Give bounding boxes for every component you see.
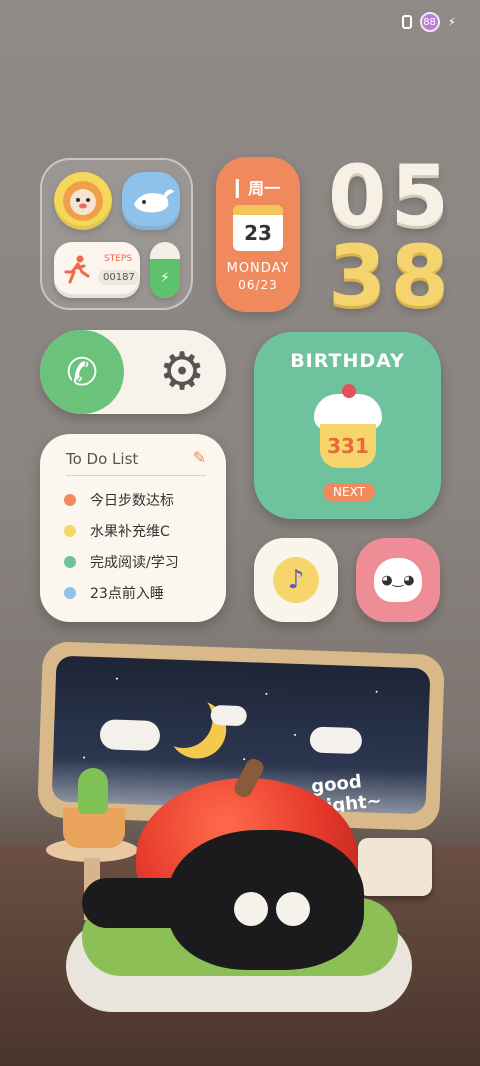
charging-bolt-icon: ⚡: [447, 15, 456, 29]
pencil-icon[interactable]: ✎: [193, 448, 206, 467]
gear-icon[interactable]: ⚙: [154, 342, 210, 402]
bullet-dot: [64, 586, 76, 599]
sticker-app-icon[interactable]: ◕‿◕: [356, 538, 440, 622]
todo-widget[interactable]: To Do List ✎ 今日步数达标 水果补充维C 完成阅读/学习 23点前入…: [40, 434, 226, 622]
battery-indicator: 88: [419, 12, 440, 32]
birthday-days-count: 331: [320, 424, 376, 468]
weekday-cn: ▎周一: [235, 179, 281, 198]
steps-widget[interactable]: STEPS 00187: [54, 242, 140, 298]
charging-icon: ⚡: [150, 258, 180, 298]
calendar-day: 23: [233, 205, 283, 251]
todo-item-text: 完成阅读/学习: [90, 554, 179, 571]
moon-icon: [154, 689, 214, 749]
divider: [66, 475, 206, 476]
list-item[interactable]: 水果补充维C: [64, 515, 179, 546]
steps-label: STEPS: [104, 254, 133, 264]
whale-app-icon[interactable]: [122, 172, 180, 230]
sim-card-icon: [401, 15, 412, 29]
todo-item-text: 今日步数达标: [90, 492, 174, 509]
bullet-dot: [64, 524, 76, 537]
todo-item-text: 水果补充维C: [90, 523, 170, 540]
plant-pot: [63, 808, 125, 848]
bullet-dot: [64, 555, 76, 568]
cat-eye-icon: [276, 892, 310, 926]
cactus-icon: [78, 768, 108, 814]
weekday-en: MONDAY: [226, 261, 290, 276]
app-group-widget: STEPS 00187 ⚡: [40, 158, 193, 310]
calendar-widget[interactable]: ▎周一 23 MONDAY 06/23: [216, 157, 300, 312]
sticker-face-icon: ◕‿◕: [374, 558, 422, 602]
phone-icon[interactable]: ✆: [40, 330, 124, 414]
clock-minute[interactable]: 38: [328, 234, 453, 318]
steps-count: 00187: [98, 270, 140, 285]
clock-hour[interactable]: 05: [328, 154, 453, 238]
cupcake-icon: 331: [314, 384, 382, 468]
birthday-title: BIRTHDAY: [290, 350, 405, 372]
whale-icon: [134, 189, 174, 213]
list-item[interactable]: 完成阅读/学习: [64, 546, 179, 577]
lion-app-icon[interactable]: [54, 172, 112, 230]
tiktok-app-icon[interactable]: ♪: [254, 538, 338, 622]
charging-widget[interactable]: ⚡: [150, 242, 180, 298]
list-item[interactable]: 今日步数达标: [64, 484, 179, 515]
status-bar: 88 ⚡: [401, 12, 456, 32]
phone-settings-widget: ✆ ⚙: [40, 330, 226, 414]
todo-title: To Do List: [66, 450, 139, 468]
cabinet: [358, 838, 432, 896]
list-item[interactable]: 23点前入睡: [64, 577, 179, 608]
cat-eye-icon: [234, 892, 268, 926]
lion-face-icon: [63, 181, 103, 221]
running-person-icon: [64, 255, 90, 284]
todo-item-text: 23点前入睡: [90, 585, 164, 602]
todo-list: 今日步数达标 水果补充维C 完成阅读/学习 23点前入睡: [64, 484, 179, 608]
tiktok-icon: ♪: [273, 557, 319, 603]
calendar-date: 06/23: [238, 278, 278, 292]
cloud-icon: [99, 719, 161, 752]
next-button[interactable]: NEXT: [323, 483, 375, 501]
bullet-dot: [64, 493, 76, 506]
birthday-widget[interactable]: BIRTHDAY 331 NEXT: [254, 332, 441, 519]
cloud-icon: [309, 726, 363, 755]
cloud-icon: [210, 704, 248, 727]
